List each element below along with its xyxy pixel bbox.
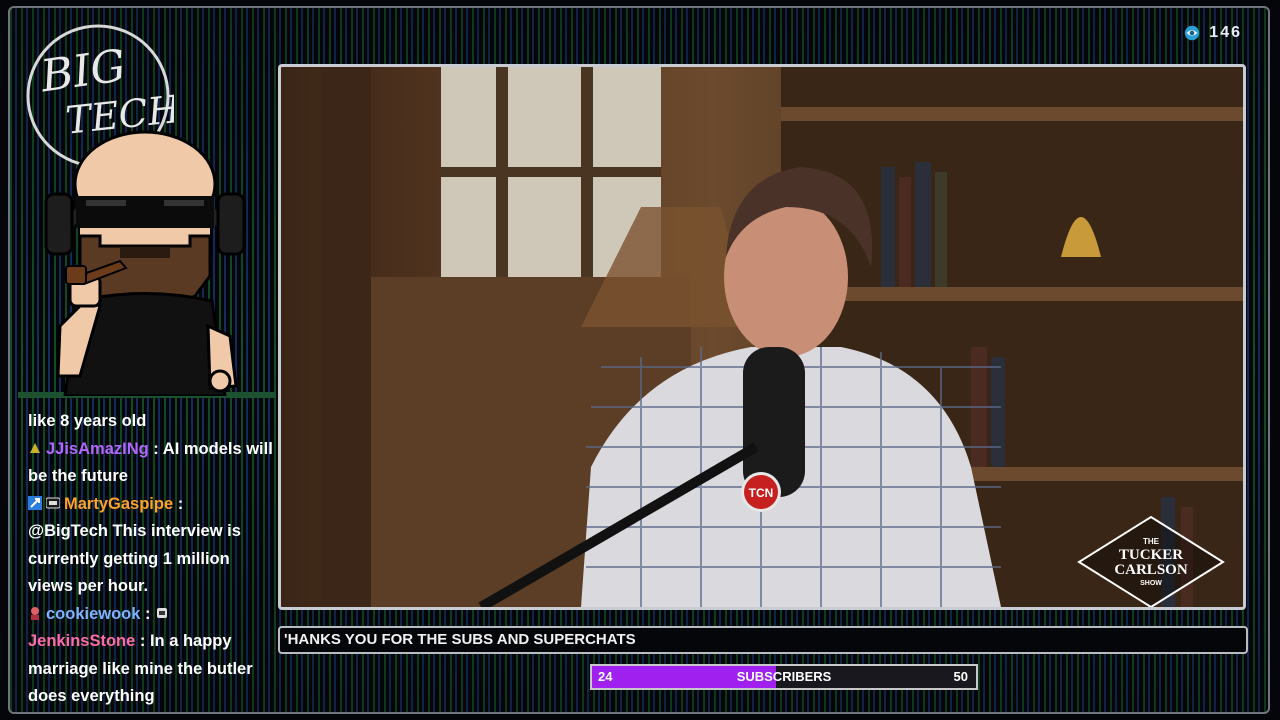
video-frame: TCN THE TUCKER CARLSON SHOW <box>321 67 1243 607</box>
big-tech-badge-icon <box>46 497 60 508</box>
chat-username[interactable]: MartyGaspipe <box>64 495 173 513</box>
user-badge-icon <box>31 606 39 620</box>
chat-username[interactable]: JenkinsStone <box>28 632 135 650</box>
viewer-count: 146 <box>1183 24 1242 42</box>
chat-message: MartyGaspipe : @BigTech This interview i… <box>28 491 276 601</box>
chat-message-text: like 8 years old <box>28 412 147 430</box>
show-logo-the: THE <box>1143 537 1160 546</box>
ticker-bar: 'HANKS YOU FOR THE SUBS AND SUPERCHATS <box>278 626 1248 654</box>
chat-username[interactable]: cookiewook <box>46 605 140 623</box>
video-player[interactable]: TCN THE TUCKER CARLSON SHOW <box>278 64 1246 610</box>
mic-logo-text: TCN <box>749 486 774 500</box>
chat-message: like 8 years old <box>28 408 276 436</box>
chat-message: cookiewook : <box>28 601 276 629</box>
show-logo-tucker: TUCKER <box>1119 547 1183 563</box>
show-logo-carlson: CARLSON <box>1114 562 1188 578</box>
chat-separator: : <box>148 439 163 458</box>
chat-message-text: @BigTech This interview is currently get… <box>28 522 241 595</box>
chat-username[interactable]: JJisAmazINg <box>46 440 149 458</box>
ticker-text: 'HANKS YOU FOR THE SUBS AND SUPERCHATS <box>284 631 636 648</box>
streamer-avatar <box>44 130 246 396</box>
subscriber-goal-bar: 24 SUBSCRIBERS 50 <box>590 664 978 690</box>
chat-message: JenkinsStone : In a happy marriage like … <box>28 628 276 711</box>
subscriber-label: SUBSCRIBERS <box>736 669 832 684</box>
viewer-count-value: 146 <box>1209 24 1242 41</box>
gift-badge-icon <box>30 442 40 453</box>
emote-icon <box>157 607 168 618</box>
chat-separator: : <box>173 494 184 513</box>
subscriber-goal-value: 50 <box>953 669 968 684</box>
subscriber-badge-icon <box>28 495 42 510</box>
chat-panel: like 8 years old JJisAmazINg : AI models… <box>28 408 276 711</box>
viewers-icon <box>1185 25 1200 41</box>
chat-separator: : <box>135 632 150 650</box>
chat-separator: : <box>140 604 156 623</box>
chat-message: JJisAmazINg : AI models will be the futu… <box>28 436 276 491</box>
show-logo-show: SHOW <box>1140 580 1162 587</box>
